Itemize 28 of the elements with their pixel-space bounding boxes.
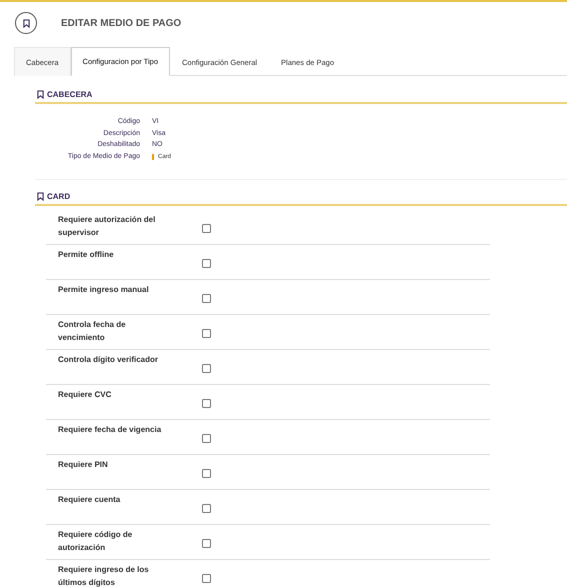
checkbox[interactable] [202, 434, 211, 443]
checkbox[interactable] [202, 574, 211, 583]
checkbox[interactable] [202, 259, 211, 268]
page-title: EDITAR MEDIO DE PAGO [61, 18, 182, 28]
option-label: Requiere código de autorización [57, 529, 134, 554]
bookmark-icon [22, 18, 30, 28]
option-label: Requiere CVC [57, 389, 112, 401]
checkbox[interactable] [202, 469, 211, 478]
section-title: CABECERA [47, 90, 92, 99]
checkbox[interactable] [202, 329, 211, 338]
option-label: Requiere fecha de vigencia [57, 424, 162, 436]
option-label: Permite ingreso manual [57, 284, 150, 296]
option-label: Requiere autorización del supervisor [57, 214, 156, 239]
section-title: CARD [47, 192, 70, 201]
checkbox[interactable] [202, 399, 211, 408]
checkbox[interactable] [202, 364, 211, 373]
bookmark-icon [37, 192, 44, 201]
checkbox[interactable] [202, 294, 211, 303]
option-label: Controla dígito verificador [57, 354, 160, 366]
option-label: Permite offline [57, 249, 115, 261]
checkbox[interactable] [202, 504, 211, 513]
option-label: Requiere ingreso de los últimos dígitos [57, 564, 150, 588]
checkbox[interactable] [202, 539, 211, 548]
option-label: Controla fecha de vencimiento [57, 319, 127, 344]
option-label: Requiere cuenta [57, 494, 122, 506]
checkbox[interactable] [202, 224, 211, 233]
option-label: Requiere PIN [57, 459, 109, 471]
bookmark-icon [37, 90, 44, 99]
